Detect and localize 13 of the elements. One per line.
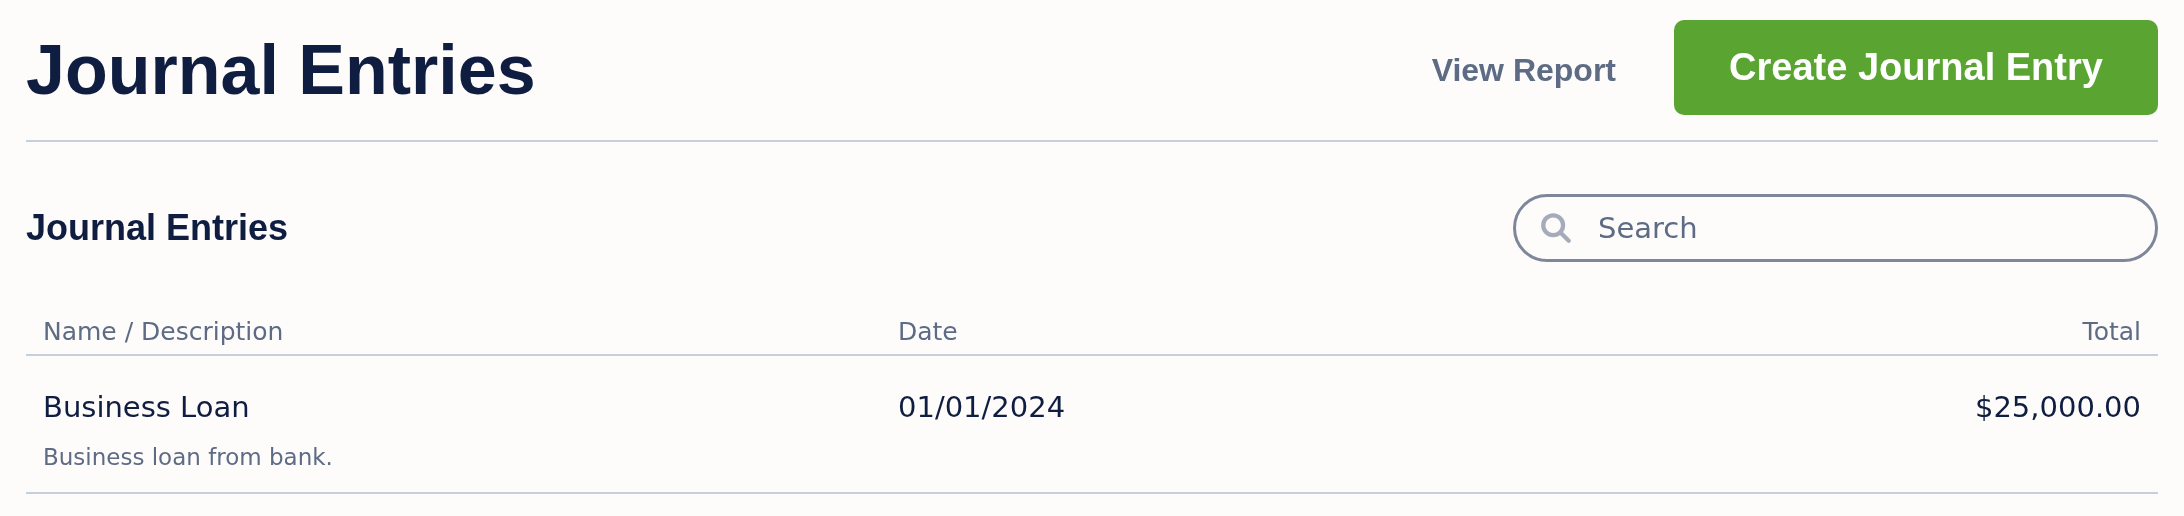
search-icon <box>1539 211 1573 245</box>
entry-description: Business loan from bank. <box>43 442 334 472</box>
create-journal-entry-button[interactable]: Create Journal Entry <box>1674 19 2158 115</box>
column-header: Date <box>898 316 959 349</box>
page-title: Journal Entries <box>26 29 536 111</box>
view-report-link[interactable]: View Report <box>1431 46 1616 94</box>
entry-total: $25,000.00 <box>1973 389 2141 426</box>
search-field[interactable]: Search <box>1513 194 2158 262</box>
section-title: Journal Entries <box>26 206 289 250</box>
entry-name: Business Loan <box>43 389 251 426</box>
column-header: Name / Description <box>43 316 285 349</box>
entry-date: 01/01/2024 <box>898 389 1067 426</box>
column-header: Total <box>2081 316 2141 349</box>
